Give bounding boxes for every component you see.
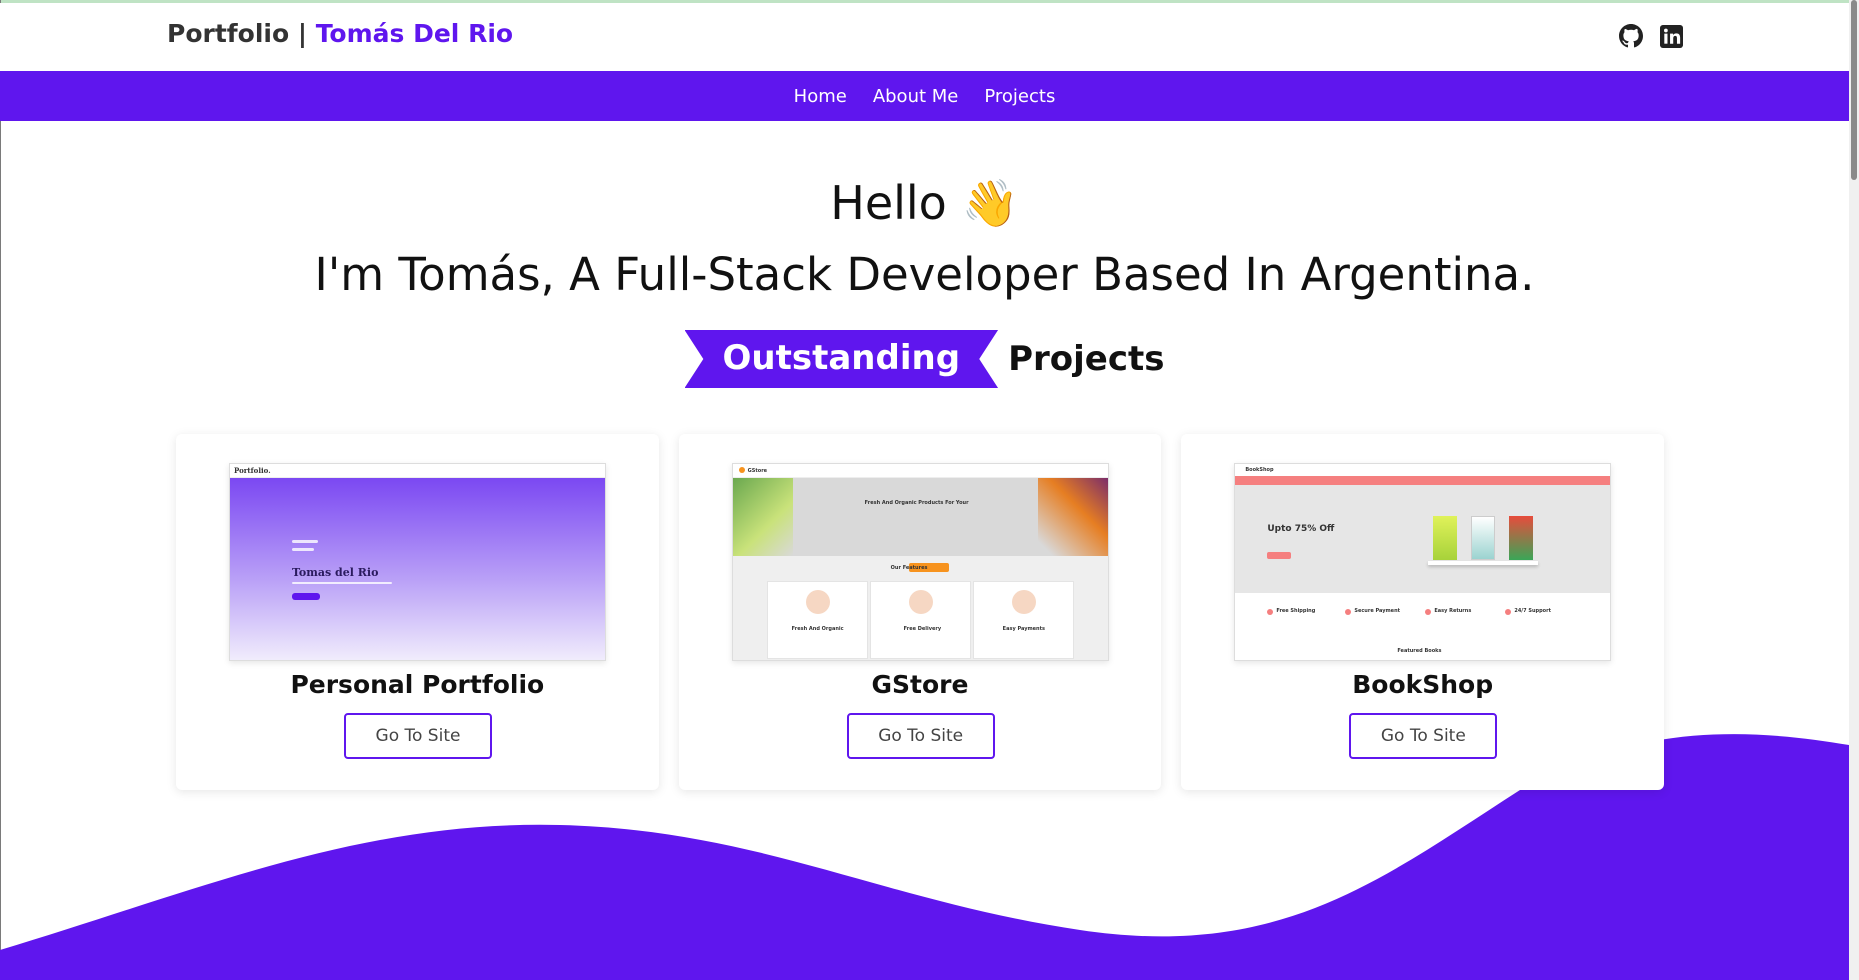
thumb-vegetables-right — [1037, 478, 1108, 556]
thumb-line — [292, 540, 318, 543]
thumb-section-title: Featured Books — [1397, 648, 1442, 654]
page-scrollbar[interactable] — [1849, 0, 1859, 980]
thumb-navbar — [1235, 476, 1611, 485]
thumb-perk-label: Easy Returns — [1434, 608, 1472, 614]
go-to-site-button[interactable]: Go To Site — [344, 713, 492, 759]
thumb-logo: GStore — [747, 468, 768, 474]
linkedin-icon — [1659, 24, 1683, 48]
thumb-feature-card: Easy Payments — [972, 581, 1074, 659]
github-icon — [1619, 24, 1643, 48]
nav-home[interactable]: Home — [794, 86, 847, 107]
brand-name: Tomás Del Rio — [315, 19, 514, 48]
thumb-logo-dot — [738, 467, 745, 473]
go-to-site-button[interactable]: Go To Site — [1349, 713, 1498, 759]
thumb-feature-card: Fresh And Organic — [766, 581, 868, 659]
thumb-button — [292, 593, 320, 600]
thumb-line — [292, 548, 314, 551]
thumb-book — [1433, 516, 1458, 560]
project-card-personal-portfolio: Portfolio. Tomas del Rio Personal Portfo… — [176, 434, 659, 790]
thumb-topbar: BookShop — [1235, 464, 1611, 476]
greeting-text: Hello — [830, 176, 947, 230]
thumb-navbar: GStore — [732, 464, 1108, 478]
thumb-book — [1471, 516, 1496, 560]
thumb-line — [292, 582, 392, 584]
thumb-logo: BookShop — [1245, 467, 1274, 473]
thumb-shelf — [1428, 561, 1539, 565]
nav-about-me[interactable]: About Me — [873, 86, 959, 107]
projects-heading-rest: Projects — [1008, 339, 1165, 379]
projects-heading-highlight: Outstanding — [684, 330, 999, 388]
project-card-gstore: GStore Fresh And Organic Products For Yo… — [678, 434, 1162, 790]
thumb-headline: Upto 75% Off — [1267, 524, 1335, 534]
thumb-logo: Portfolio. — [234, 466, 271, 475]
thumb-perk-label: Secure Payment — [1354, 608, 1401, 614]
thumb-hero — [1235, 485, 1611, 593]
thumb-navbar: Portfolio. — [230, 464, 605, 478]
site-header: Portfolio | Tomás Del Rio — [0, 3, 1849, 71]
thumb-feature-label: Free Delivery — [903, 626, 942, 632]
main-nav: Home About Me Projects — [0, 71, 1849, 121]
thumb-book — [1509, 516, 1534, 560]
project-thumbnail[interactable]: Portfolio. Tomas del Rio — [229, 463, 606, 661]
linkedin-link[interactable] — [1658, 23, 1684, 49]
project-card-bookshop: BookShop Upto 75% Off Free Shipping Secu… — [1181, 434, 1665, 790]
projects-heading: Outstanding Projects — [0, 330, 1849, 388]
site-brand[interactable]: Portfolio | Tomás Del Rio — [167, 19, 513, 48]
go-to-site-button[interactable]: Go To Site — [846, 713, 995, 759]
thumb-feature-card: Free Delivery — [869, 581, 971, 659]
nav-projects[interactable]: Projects — [984, 86, 1055, 107]
project-title: Personal Portfolio — [290, 670, 545, 699]
hero-intro: I'm Tomás, A Full-Stack Developer Based … — [314, 248, 1535, 301]
thumb-name: Tomas del Rio — [292, 566, 379, 579]
thumb-feature-label: Easy Payments — [1002, 626, 1045, 632]
scrollbar-thumb[interactable] — [1851, 0, 1857, 180]
thumb-perk-label: Free Shipping — [1276, 608, 1316, 614]
thumb-hero: Tomas del Rio — [230, 478, 605, 660]
hero-greeting: Hello 👋 — [0, 176, 1849, 231]
project-thumbnail[interactable]: GStore Fresh And Organic Products For Yo… — [731, 463, 1109, 661]
thumb-vegetables-left — [732, 478, 793, 556]
thumb-section-title: Our Features — [890, 565, 928, 571]
thumb-headline: Fresh And Organic Products For Your — [864, 500, 969, 506]
thumb-perk-label: 24/7 Support — [1514, 608, 1551, 614]
thumb-button — [1267, 552, 1292, 559]
projects-grid: Portfolio. Tomas del Rio Personal Portfo… — [176, 434, 1665, 790]
brand-prefix: Portfolio | — [167, 19, 316, 48]
waving-hand-icon: 👋 — [961, 176, 1019, 230]
project-thumbnail[interactable]: BookShop Upto 75% Off Free Shipping Secu… — [1234, 463, 1612, 661]
project-title: BookShop — [1352, 670, 1494, 699]
github-link[interactable] — [1618, 23, 1644, 49]
thumb-feature-label: Fresh And Organic — [791, 626, 844, 632]
project-title: GStore — [871, 670, 969, 699]
